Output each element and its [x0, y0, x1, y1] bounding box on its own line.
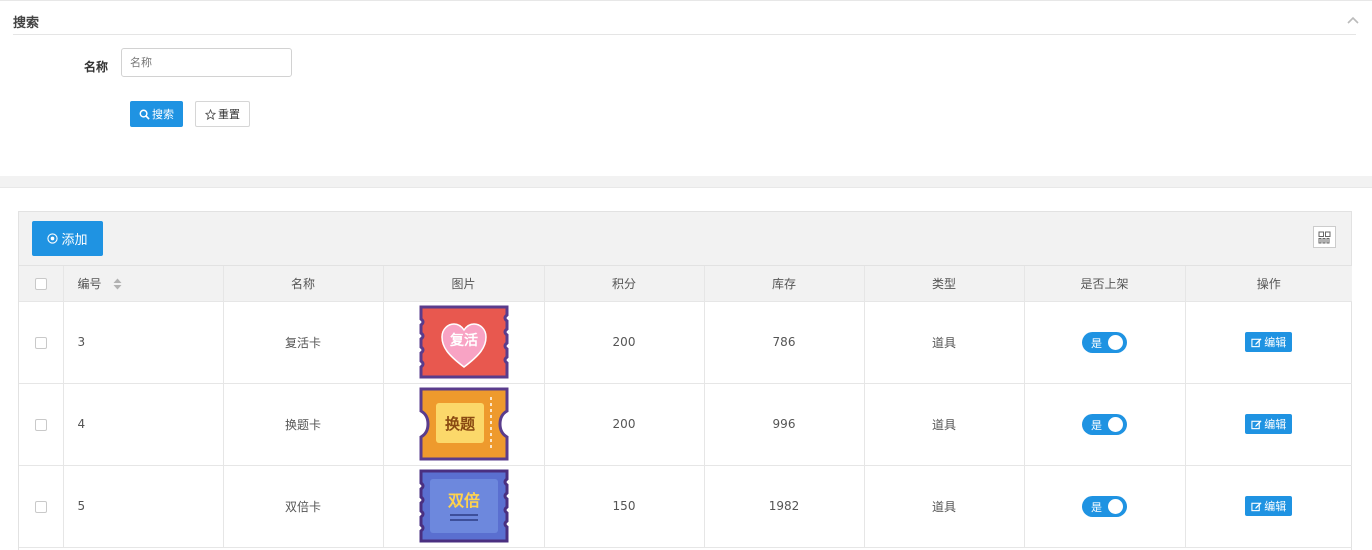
row-on-shelf-cell: 是 [1024, 383, 1186, 466]
header-stock: 库存 [704, 266, 865, 302]
row-points: 200 [544, 301, 705, 384]
row-type: 道具 [864, 383, 1025, 466]
header-actions: 操作 [1185, 266, 1352, 302]
on-shelf-toggle[interactable]: 是 [1082, 495, 1127, 517]
columns-icon [1318, 231, 1331, 243]
row-id: 4 [63, 383, 224, 466]
double-card-text: 双倍 [447, 491, 479, 510]
edit-button[interactable]: 编辑 [1245, 332, 1293, 352]
table-card: 添加 编号 名称 图片 积分 库存 类型 是否上架 操作 3 复活卡 复活 20… [18, 211, 1352, 550]
add-button[interactable]: 添加 [32, 221, 103, 256]
swap-card-image: 换题 [419, 387, 508, 461]
row-checkbox-cell [19, 301, 64, 384]
row-checkbox[interactable] [34, 336, 47, 349]
search-title: 搜索 [13, 16, 40, 31]
search-panel: 搜索 名称 搜索 重置 [0, 0, 1372, 176]
select-all-checkbox[interactable] [34, 277, 47, 290]
row-stock: 1982 [704, 465, 865, 548]
row-actions-cell: 编辑 [1185, 301, 1352, 384]
header-image: 图片 [383, 266, 545, 302]
search-button-label: 搜索 [152, 108, 174, 121]
on-shelf-toggle-label: 是 [1091, 336, 1102, 350]
table-row: 3 复活卡 复活 200 786 道具 是 编辑 [19, 301, 1352, 384]
row-checkbox[interactable] [34, 418, 47, 431]
table-row: 4 换题卡 换题 200 996 道具 是 编辑 [19, 383, 1352, 466]
row-points: 150 [544, 465, 705, 548]
section-separator [0, 176, 1372, 188]
star-icon [205, 108, 216, 120]
row-actions-cell: 编辑 [1185, 465, 1352, 548]
row-image-cell: 复活 [383, 301, 545, 384]
edit-button[interactable]: 编辑 [1245, 414, 1293, 434]
search-button[interactable]: 搜索 [130, 101, 183, 127]
search-icon [139, 109, 150, 120]
edit-icon [1251, 419, 1262, 429]
reset-button-label: 重置 [218, 108, 240, 121]
row-name: 换题卡 [223, 383, 384, 466]
row-stock: 996 [704, 383, 865, 466]
toggle-knob [1108, 416, 1123, 432]
row-name: 复活卡 [223, 301, 384, 384]
edit-button-label: 编辑 [1264, 500, 1287, 513]
row-checkbox[interactable] [34, 500, 47, 513]
product-table: 编号 名称 图片 积分 库存 类型 是否上架 操作 3 复活卡 复活 200 7… [19, 266, 1352, 548]
row-id: 3 [63, 301, 224, 384]
sort-icon[interactable] [113, 278, 122, 290]
table-row: 5 双倍卡 双倍 150 1982 道具 是 编辑 [19, 465, 1352, 548]
edit-icon [1251, 337, 1262, 347]
swap-card-text: 换题 [444, 415, 475, 433]
on-shelf-toggle[interactable]: 是 [1082, 413, 1127, 435]
double-card-image: 双倍 [419, 469, 508, 543]
header-name: 名称 [223, 266, 384, 302]
toggle-knob [1108, 498, 1123, 514]
revive-card-image: 复活 [419, 305, 508, 379]
row-image-cell: 双倍 [383, 465, 545, 548]
search-divider [13, 34, 1356, 35]
row-type: 道具 [864, 301, 1025, 384]
edit-button-label: 编辑 [1264, 418, 1287, 431]
row-points: 200 [544, 383, 705, 466]
on-shelf-toggle-label: 是 [1091, 418, 1102, 432]
edit-icon [1251, 501, 1262, 511]
chevron-up-icon[interactable] [1346, 13, 1360, 27]
edit-button-label: 编辑 [1264, 336, 1287, 349]
header-checkbox-cell [19, 266, 64, 302]
on-shelf-toggle[interactable]: 是 [1082, 331, 1127, 353]
header-on-shelf: 是否上架 [1024, 266, 1186, 302]
row-image-cell: 换题 [383, 383, 545, 466]
header-points: 积分 [544, 266, 705, 302]
reset-button[interactable]: 重置 [195, 101, 250, 127]
table-toolbar: 添加 [19, 212, 1351, 266]
row-id: 5 [63, 465, 224, 548]
header-id-label: 编号 [77, 276, 102, 291]
row-checkbox-cell [19, 465, 64, 548]
row-name: 双倍卡 [223, 465, 384, 548]
on-shelf-toggle-label: 是 [1091, 500, 1102, 514]
add-circle-icon [47, 233, 59, 244]
row-type: 道具 [864, 465, 1025, 548]
row-checkbox-cell [19, 383, 64, 466]
name-search-input[interactable] [121, 48, 292, 77]
row-stock: 786 [704, 301, 865, 384]
header-type: 类型 [864, 266, 1025, 302]
table-header-row: 编号 名称 图片 积分 库存 类型 是否上架 操作 [19, 266, 1352, 302]
row-actions-cell: 编辑 [1185, 383, 1352, 466]
row-on-shelf-cell: 是 [1024, 465, 1186, 548]
name-field-label: 名称 [84, 60, 109, 74]
toggle-knob [1108, 334, 1123, 350]
revive-card-text: 复活 [449, 332, 478, 349]
columns-toggle-button[interactable] [1313, 226, 1336, 248]
add-button-label: 添加 [61, 233, 88, 248]
header-id[interactable]: 编号 [63, 266, 224, 302]
row-on-shelf-cell: 是 [1024, 301, 1186, 384]
edit-button[interactable]: 编辑 [1245, 496, 1293, 516]
